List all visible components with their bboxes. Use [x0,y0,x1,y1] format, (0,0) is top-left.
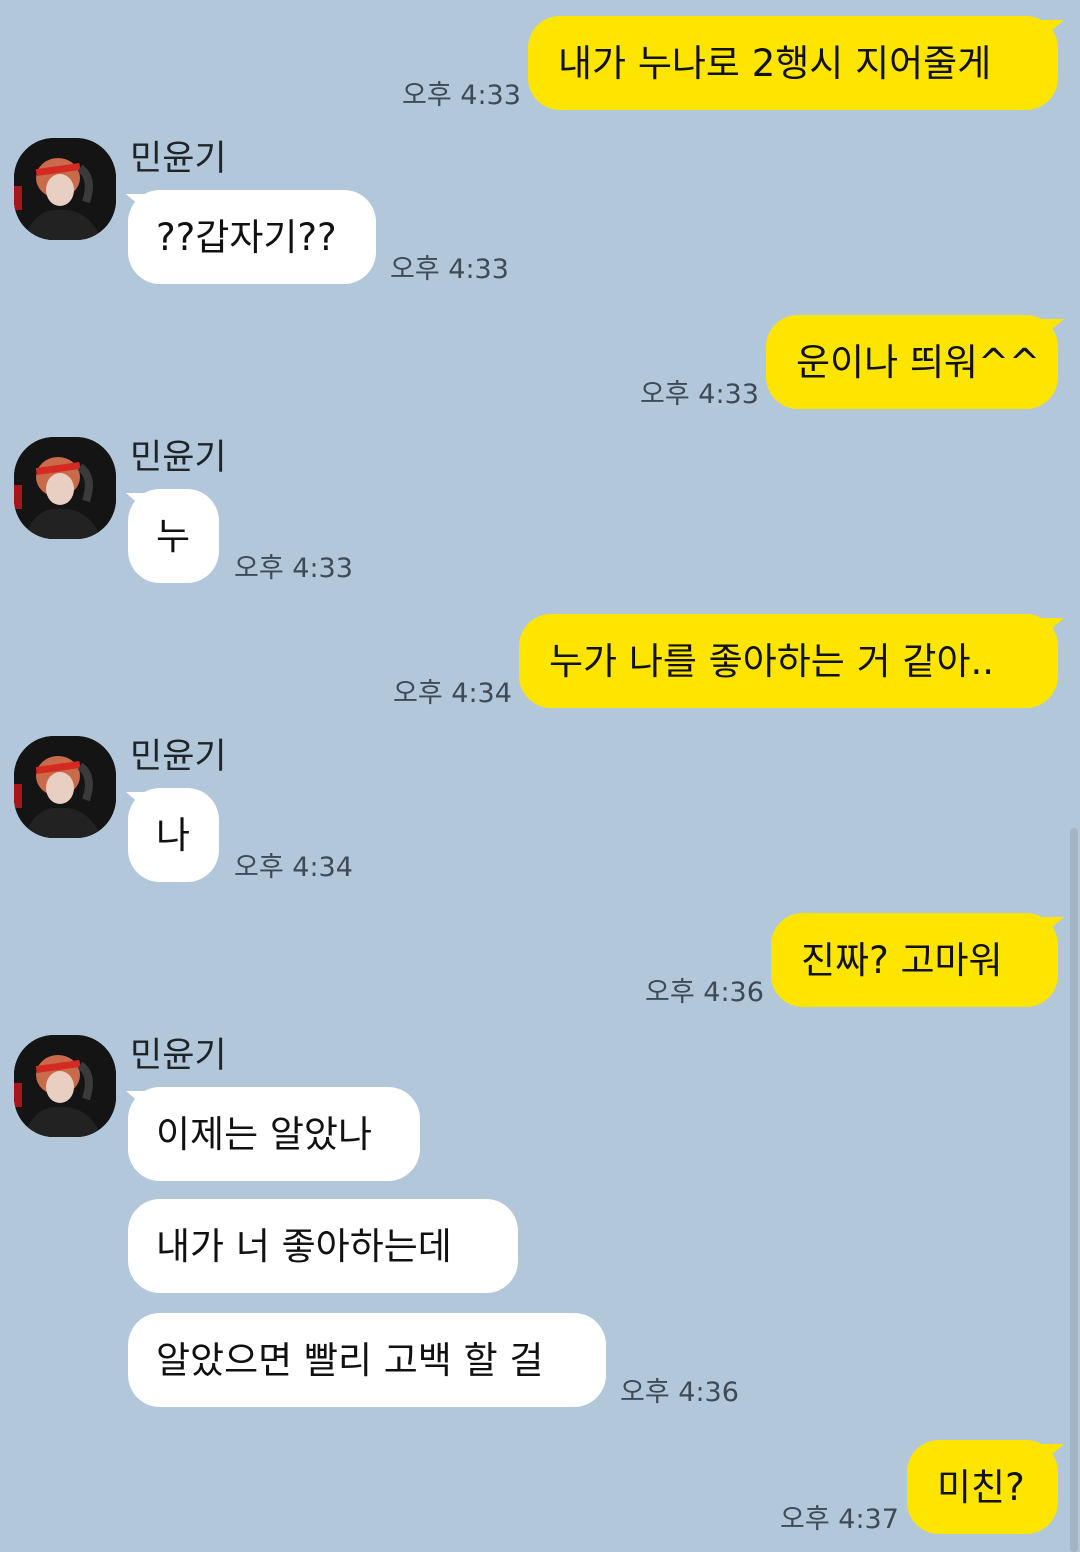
bubble-tail [1036,1444,1064,1468]
message-text: 내가 너 좋아하는데 [156,1224,452,1268]
message-time: 오후 4:33 [402,80,521,111]
profile-avatar-icon [14,138,116,240]
message-text: 내가 누나로 2행시 지어줄게 [558,41,992,85]
message-text: 나 [156,813,191,857]
message-time: 오후 4:33 [640,379,759,410]
contact-avatar[interactable] [14,138,116,240]
contact-message-bubble[interactable]: 내가 너 좋아하는데 [128,1199,518,1293]
chat-area[interactable]: 오후 4:33 내가 누나로 2행시 지어줄게 민윤기 ??갑자기?? 오후 4… [0,0,1080,1552]
profile-avatar-icon [14,1035,116,1137]
message-text: 누 [156,514,191,558]
message-text: ??갑자기?? [156,215,337,259]
my-message-bubble[interactable]: 진짜? 고마워 [771,913,1058,1007]
profile-avatar-icon [14,437,116,539]
message-text: 알았으면 빨리 고백 할 걸 [156,1338,544,1382]
message-text: 미친? [937,1465,1025,1509]
contact-message-bubble[interactable]: 누 [128,489,219,583]
contact-name: 민윤기 [130,139,227,179]
my-message-bubble[interactable]: 운이나 띄워^^ [766,315,1058,409]
message-time: 오후 4:36 [645,977,764,1008]
bubble-tail [1036,917,1064,941]
message-time: 오후 4:37 [780,1504,899,1535]
contact-name: 민윤기 [130,438,227,478]
contact-message-bubble[interactable]: ??갑자기?? [128,190,376,284]
contact-name: 민윤기 [130,737,227,777]
message-text: 운이나 띄워^^ [796,340,1040,384]
bubble-tail [1036,319,1064,343]
scrollbar[interactable] [1070,828,1078,1552]
my-message-bubble[interactable]: 누가 나를 좋아하는 거 같아.. [519,614,1058,708]
contact-message-bubble[interactable]: 이제는 알았나 [128,1087,420,1181]
message-text: 진짜? 고마워 [801,938,1003,982]
bubble-tail [1036,20,1064,44]
message-time: 오후 4:33 [390,254,509,285]
message-time: 오후 4:36 [620,1377,739,1408]
contact-avatar[interactable] [14,736,116,838]
my-message-bubble[interactable]: 내가 누나로 2행시 지어줄게 [528,16,1058,110]
contact-message-bubble[interactable]: 알았으면 빨리 고백 할 걸 [128,1313,606,1407]
contact-name: 민윤기 [130,1036,227,1076]
profile-avatar-icon [14,736,116,838]
message-text: 누가 나를 좋아하는 거 같아.. [549,639,995,683]
message-time: 오후 4:33 [234,553,353,584]
message-time: 오후 4:34 [234,852,353,883]
bubble-tail [1036,618,1064,642]
message-text: 이제는 알았나 [156,1112,373,1156]
message-time: 오후 4:34 [393,678,512,709]
contact-message-bubble[interactable]: 나 [128,788,219,882]
contact-avatar[interactable] [14,1035,116,1137]
contact-avatar[interactable] [14,437,116,539]
